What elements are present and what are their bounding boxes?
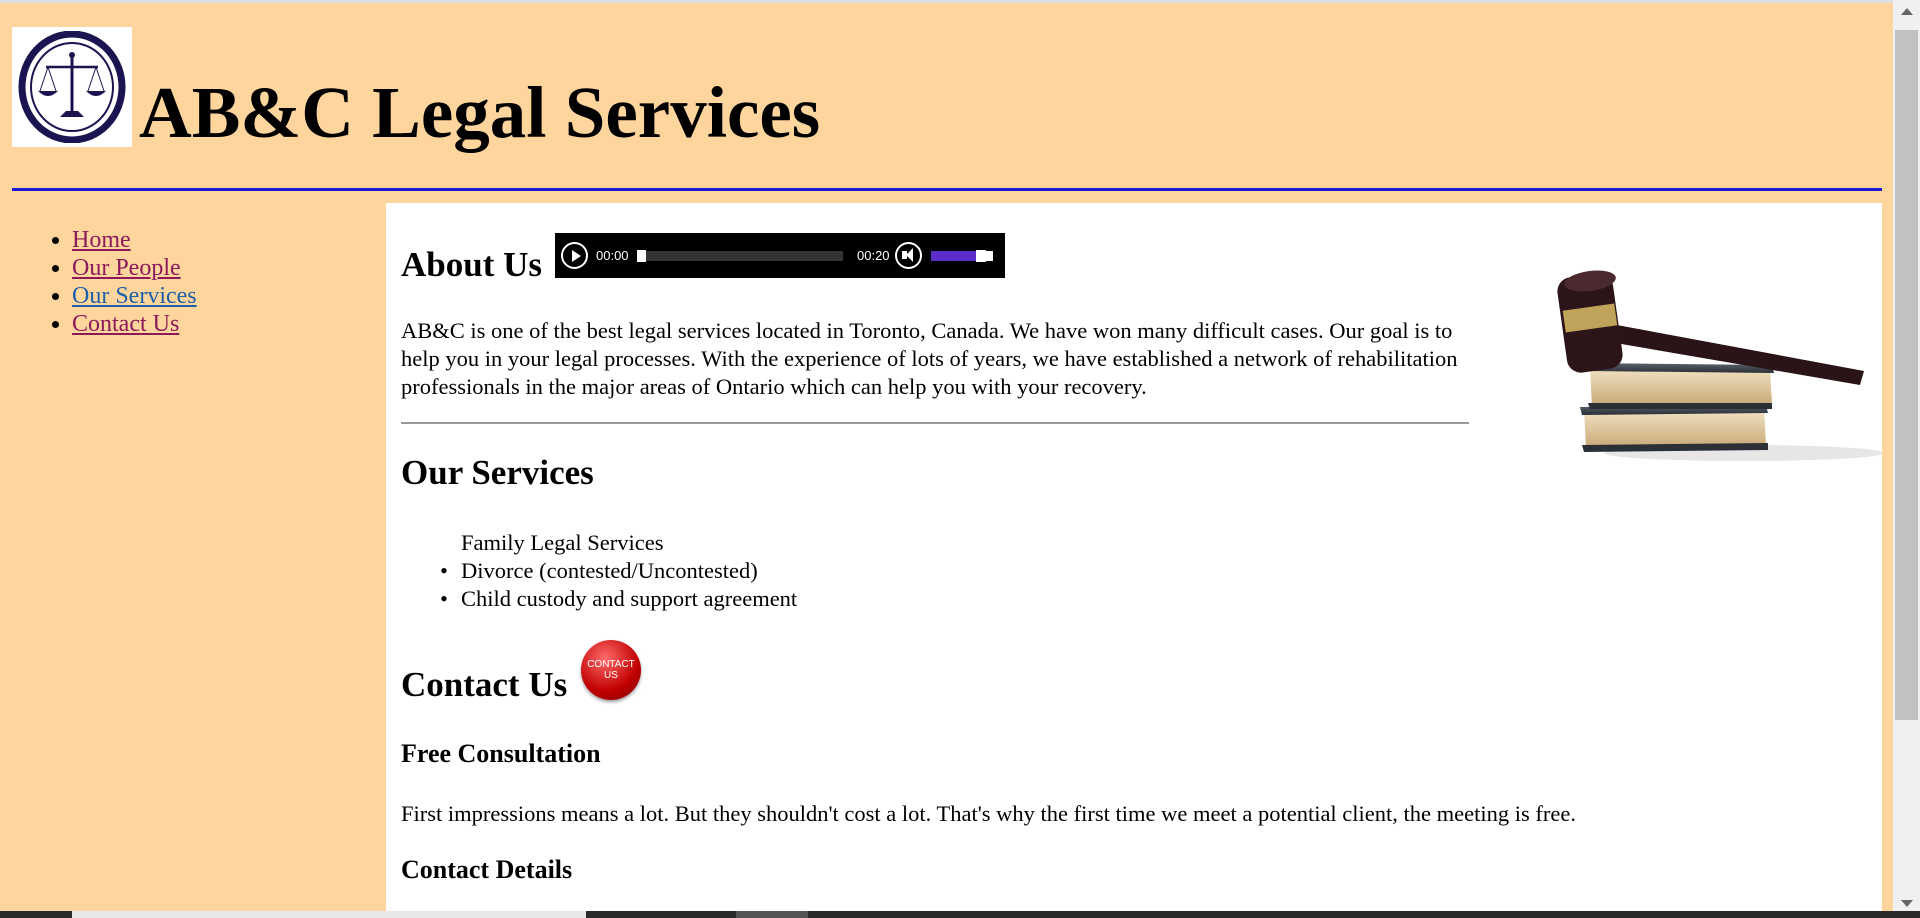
volume-slider-fill — [931, 251, 981, 261]
scrollbar-thumb[interactable] — [1895, 30, 1918, 720]
contact-us-button[interactable]: CONTACT US — [581, 640, 641, 700]
main-nav: Home Our People Our Services Contact Us — [44, 226, 197, 338]
services-category: Family Legal Services — [461, 530, 664, 555]
scroll-down-arrow-icon[interactable] — [1901, 900, 1913, 907]
about-heading: About Us — [401, 245, 543, 284]
audio-player[interactable]: 00:00 00:20 — [555, 233, 1005, 278]
audio-seek-bar[interactable] — [637, 251, 843, 261]
window-top-border — [0, 0, 1920, 3]
taskbar-strip — [0, 911, 1920, 918]
nav-link-home[interactable]: Home — [72, 227, 131, 253]
consultation-text: First impressions means a lot. But they … — [401, 801, 1576, 826]
site-title: AB&C Legal Services — [139, 72, 821, 153]
nav-item-home: Home — [72, 226, 197, 254]
gavel-books-image — [1534, 267, 1882, 467]
free-consultation-heading: Free Consultation — [401, 739, 601, 768]
volume-slider-thumb[interactable] — [976, 250, 986, 262]
vertical-scrollbar[interactable] — [1893, 0, 1920, 918]
taskbar-segment — [736, 911, 808, 918]
service-item: Child custody and support agreement — [401, 585, 797, 613]
service-item: Divorce (contested/Uncontested) — [401, 557, 797, 585]
volume-icon[interactable] — [895, 242, 922, 269]
logo — [12, 27, 132, 147]
nav-item-our-people: Our People — [72, 254, 197, 282]
main-content: About Us 00:00 00:20 AB&C is one of the … — [386, 203, 1882, 918]
header-divider — [12, 188, 1882, 191]
section-divider — [401, 422, 1469, 424]
services-list: Family Legal Services Divorce (contested… — [401, 529, 797, 613]
nav-link-contact-us[interactable]: Contact Us — [72, 311, 179, 337]
services-heading: Our Services — [401, 453, 594, 492]
nav-item-contact-us: Contact Us — [72, 310, 197, 338]
audio-duration: 00:20 — [857, 248, 890, 263]
taskbar-segment — [72, 911, 586, 918]
audio-seek-thumb[interactable] — [637, 250, 646, 262]
play-icon[interactable] — [561, 242, 588, 269]
scales-of-justice-icon — [18, 31, 126, 143]
nav-item-our-services: Our Services — [72, 282, 197, 310]
scroll-up-arrow-icon[interactable] — [1901, 8, 1913, 15]
contact-details-heading: Contact Details — [401, 855, 573, 884]
nav-link-our-people[interactable]: Our People — [72, 255, 181, 281]
about-text: AB&C is one of the best legal services l… — [401, 318, 1458, 399]
contact-heading: Contact Us — [401, 665, 568, 704]
audio-current-time: 00:00 — [596, 248, 629, 263]
nav-link-our-services[interactable]: Our Services — [72, 283, 197, 309]
